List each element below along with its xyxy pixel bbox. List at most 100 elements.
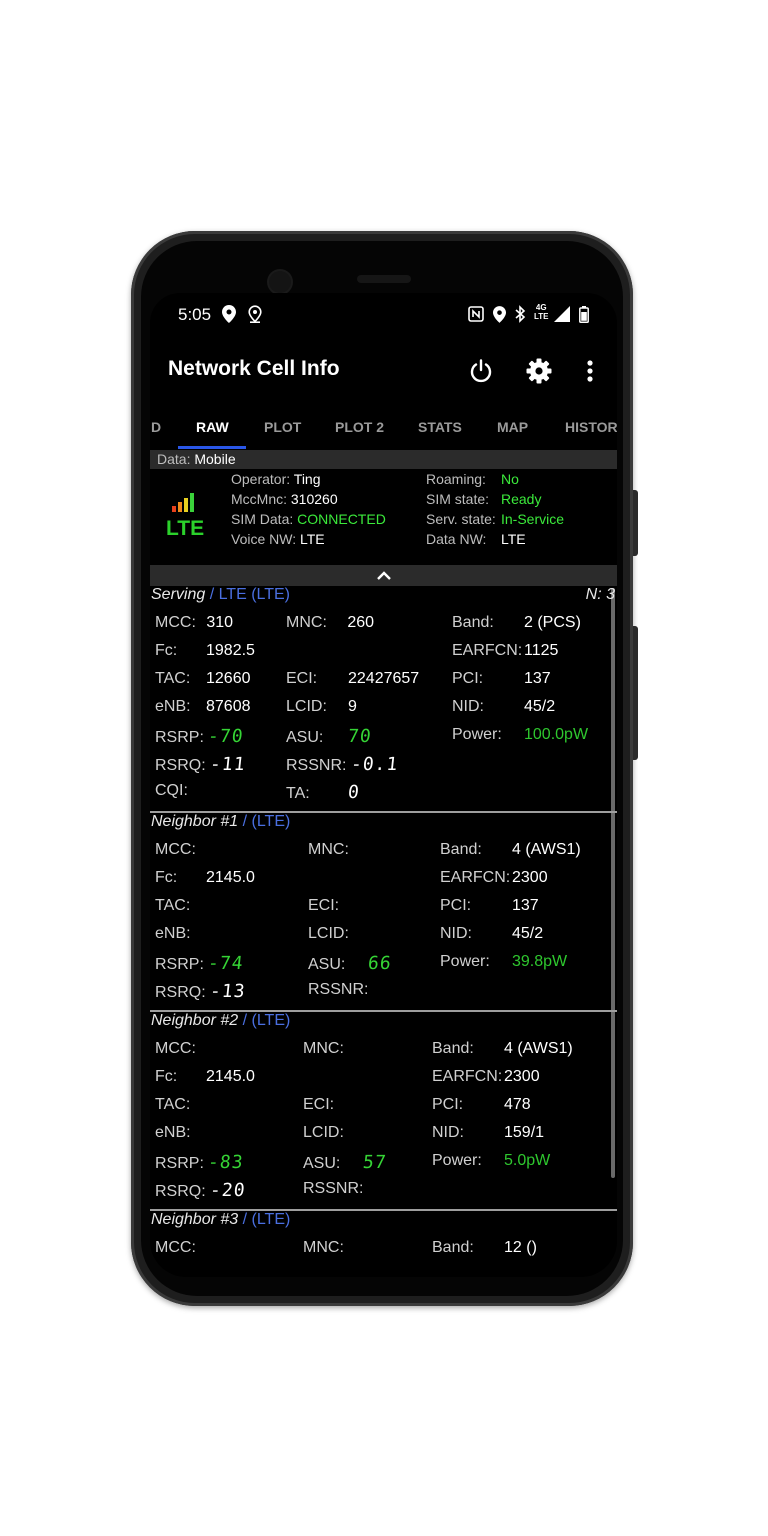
neighbor1-power-value: 39.8pW [512, 953, 568, 970]
sim-state-value: Ready [501, 491, 542, 507]
neighbor2-power: Power: 5.0pW [432, 1152, 550, 1170]
serving-lcid: LCID: 9 [286, 698, 357, 716]
neighbor1-mnc-label: MNC: [308, 841, 349, 858]
neighbor1-fc-value: 2145.0 [206, 869, 255, 886]
serving-nid-value: 45/2 [524, 698, 556, 715]
serving-fc: Fc: 1982.5 [155, 642, 255, 660]
signal-bars-icon [164, 491, 204, 518]
serving-band: Band: 2 (PCS) [452, 614, 581, 632]
serving-eci: ECI: 22427657 [286, 670, 419, 688]
serving-mnc: MNC: 260 [286, 614, 374, 632]
tab-history[interactable]: HISTOR [565, 419, 617, 435]
neighbor1-rsrq-value: -13 [209, 981, 247, 1002]
tab-raw[interactable]: RAW [196, 419, 229, 435]
serving-pci-value: 137 [524, 670, 551, 687]
neighbor3-band-value: 12 () [504, 1239, 537, 1256]
data-connection-strip: Data: Mobile [150, 450, 617, 469]
neighbor3-band: Band: 12 () [432, 1239, 537, 1257]
screen: 5:05 4G LTE Network Cell Info D RAW PLOT… [150, 293, 617, 1277]
4g-lte-icon: 4G LTE [534, 303, 549, 321]
serving-title: Serving [151, 586, 206, 603]
neighbor1-rsrq-label: RSRQ: [155, 984, 206, 1001]
serving-mcc: MCC: 310 [155, 614, 233, 632]
serving-band-value: 2 (PCS) [524, 614, 581, 631]
serving-ta-label: TA: [286, 785, 310, 802]
serving-nid-label: NID: [452, 698, 484, 715]
tab-dashboard[interactable]: D [151, 419, 161, 435]
neighbor2-pci-value: 478 [504, 1096, 531, 1113]
neighbor3-title: Neighbor #3 [151, 1211, 239, 1228]
neighbor2-mcc: MCC: [155, 1040, 196, 1058]
serving-mcc-label: MCC: [155, 614, 196, 631]
neighbor2-rssnr-label: RSSNR: [303, 1180, 364, 1197]
neighbor2-band-label: Band: [432, 1040, 474, 1057]
serving-power: Power: 100.0pW [452, 726, 588, 744]
serving-lcid-label: LCID: [286, 698, 327, 715]
chevron-up-icon [376, 570, 391, 580]
serving-eci-value: 22427657 [348, 670, 420, 687]
neighbor2-fc-label: Fc: [155, 1068, 178, 1085]
neighbor1-enb: eNB: [155, 925, 191, 943]
tab-stats[interactable]: STATS [418, 419, 462, 435]
voice-nw-value: LTE [300, 531, 325, 547]
neighbor1-asu: ASU: 66 [308, 953, 393, 974]
neighbor2-enb: eNB: [155, 1124, 191, 1142]
neighbor1-tech: / (LTE) [242, 813, 291, 830]
tab-map[interactable]: MAP [497, 419, 528, 435]
serving-fc-value: 1982.5 [206, 642, 255, 659]
neighbor1-mnc: MNC: [308, 841, 349, 859]
status-time: 5:05 [178, 305, 212, 324]
serving-fc-label: Fc: [155, 642, 178, 659]
power-button[interactable] [465, 355, 497, 387]
serving-rssnr-value: -0.1 [349, 754, 400, 775]
serv-state-value: In-Service [501, 511, 565, 527]
location-pin-icon [493, 305, 506, 323]
neighbor1-earfcn-label: EARFCN: [440, 869, 511, 886]
cell-list[interactable]: Serving / LTE (LTE) N: 3 MCC: 310 MNC: 2… [150, 586, 617, 1277]
network-tech-label: LTE [166, 517, 205, 540]
neighbor2-title: Neighbor #2 [151, 1012, 239, 1029]
serving-tac-label: TAC: [155, 670, 191, 687]
neighbor1-rsrq: RSRQ: -13 [155, 981, 247, 1002]
neighbor1-lcid: LCID: [308, 925, 349, 943]
serving-eci-label: ECI: [286, 670, 318, 687]
tab-plot[interactable]: PLOT [264, 419, 301, 435]
active-tab-indicator [178, 446, 246, 449]
roaming-value: No [501, 471, 519, 487]
app-bar: Network Cell Info [150, 343, 617, 399]
neighbor2-mnc: MNC: [303, 1040, 344, 1058]
collapse-summary-button[interactable] [150, 565, 617, 586]
neighbor2-rsrq: RSRQ: -20 [155, 1180, 247, 1201]
sim-data-value: CONNECTED [297, 511, 386, 527]
neighbor1-asu-label: ASU: [308, 956, 346, 973]
mccmnc-label: MccMnc: [231, 491, 287, 507]
nfc-icon [468, 305, 484, 323]
serving-tac: TAC: 12660 [155, 670, 251, 688]
serving-rsrq-value: -11 [209, 754, 247, 775]
neighbor1-fc-label: Fc: [155, 869, 178, 886]
neighbor2-rsrp: RSRP: -83 [155, 1152, 245, 1173]
neighbor1-header: Neighbor #1 / (LTE) [151, 813, 290, 831]
neighbor2-band: Band: 4 (AWS1) [432, 1040, 573, 1058]
settings-button[interactable] [523, 355, 555, 387]
neighbor1-title: Neighbor #1 [151, 813, 239, 830]
scrollbar[interactable] [611, 588, 615, 1178]
serving-earfcn-label: EARFCN: [452, 642, 523, 659]
overflow-menu-button[interactable] [574, 355, 606, 387]
neighbor2-lcid: LCID: [303, 1124, 344, 1142]
neighbor2-rssnr: RSSNR: [303, 1180, 363, 1198]
neighbor2-fc: Fc: 2145.0 [155, 1068, 255, 1086]
neighbor2-tac-label: TAC: [155, 1096, 191, 1113]
neighbor1-tac: TAC: [155, 897, 190, 915]
neighbor2-pci: PCI: 478 [432, 1096, 531, 1114]
serving-cqi: CQI: [155, 782, 188, 800]
serving-rsrq: RSRQ: -11 [155, 754, 247, 775]
neighbor2-rsrp-value: -83 [207, 1152, 245, 1173]
tab-plot-2[interactable]: PLOT 2 [335, 419, 384, 435]
neighbor2-rsrq-value: -20 [209, 1180, 247, 1201]
neighbor2-mcc-label: MCC: [155, 1040, 196, 1057]
location-pin-icon [222, 305, 236, 323]
status-bar: 5:05 4G LTE [150, 293, 617, 335]
neighbor1-mcc-label: MCC: [155, 841, 196, 858]
signal-icon [554, 305, 570, 323]
